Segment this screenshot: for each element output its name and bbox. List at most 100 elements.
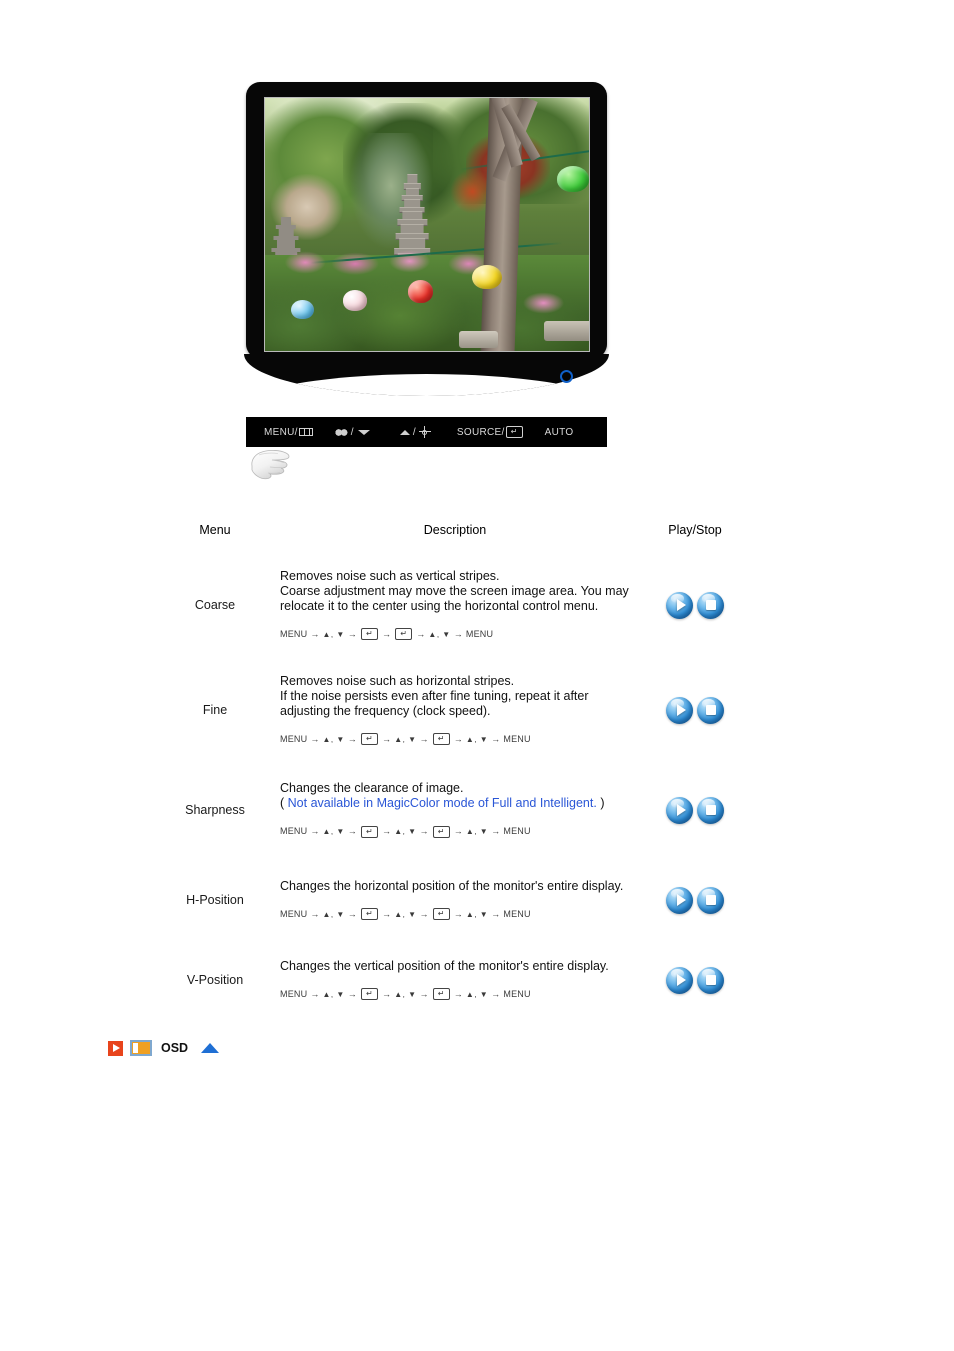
menu-name-cell: Fine xyxy=(202,703,228,717)
menu-name-cell: V-Position xyxy=(186,973,244,987)
note-close-paren: ) xyxy=(596,796,605,810)
lantern-green xyxy=(556,166,589,192)
sequence-arrow-icon: → xyxy=(310,733,320,744)
sequence-arrow-icon: → xyxy=(382,826,392,836)
back-to-top-icon[interactable] xyxy=(201,1043,220,1053)
sequence-arrow-icon: → xyxy=(416,628,426,639)
osd-settings-table: Menu Description Play/Stop Coarse Removes… xyxy=(150,515,760,1015)
stop-button[interactable] xyxy=(697,966,724,994)
play-button[interactable] xyxy=(666,966,693,994)
lantern-pink xyxy=(342,290,368,311)
stop-icon xyxy=(697,797,724,824)
enter-key-icon: ↵ xyxy=(432,988,450,1000)
note-open-paren: ( xyxy=(280,796,288,810)
stop-button[interactable] xyxy=(697,591,724,619)
sequence-arrow-icon: → xyxy=(453,628,463,639)
description-line: Changes the vertical position of the mon… xyxy=(280,958,609,973)
magic-color-icon xyxy=(334,427,348,437)
table-row: H-Position Changes the horizontal positio… xyxy=(150,865,760,935)
enter-key-icon: ↵ xyxy=(361,988,378,1000)
monitor-bottom-bezel xyxy=(244,354,609,396)
play-icon xyxy=(666,697,693,724)
note-text: Not available in MagicColor mode of Full… xyxy=(287,796,597,810)
stop-button[interactable] xyxy=(697,696,724,724)
sequence-arrow-icon: → xyxy=(347,733,357,744)
stop-icon xyxy=(697,967,724,994)
menu-key-label: MENU xyxy=(503,826,531,836)
key-sequence: MENU → ▲, ▼ → ↵ → ▲, ▼ → ↵ → ▲, ▼ → MENU xyxy=(280,824,630,839)
stop-icon xyxy=(697,592,724,619)
sequence-arrow-icon: → xyxy=(453,733,463,744)
sequence-arrow-icon: → xyxy=(382,733,392,744)
separator-slash: / xyxy=(350,426,354,438)
sequence-arrow-icon: → xyxy=(347,908,357,919)
stop-button[interactable] xyxy=(697,886,724,914)
up-down-arrow-icon: ▲, ▼ xyxy=(394,989,417,999)
hand-pointer-icon xyxy=(246,446,294,486)
up-down-arrow-icon: ▲, ▼ xyxy=(322,989,345,999)
sequence-arrow-icon: → xyxy=(491,733,501,744)
description-line: Changes the clearance of image. xyxy=(280,781,464,795)
menu-button[interactable]: MENU/ xyxy=(264,427,313,438)
sequence-arrow-icon: → xyxy=(453,988,463,999)
play-button[interactable] xyxy=(666,591,693,619)
up-down-arrow-icon: ▲, ▼ xyxy=(465,909,489,919)
play-button[interactable] xyxy=(666,886,693,914)
lantern-red xyxy=(407,280,434,303)
brightness-up-button[interactable]: / xyxy=(399,426,431,438)
menu-key-label: MENU xyxy=(503,988,531,999)
lantern-blue xyxy=(290,300,314,320)
menu-key-label: MENU xyxy=(280,733,308,744)
red-play-icon[interactable] xyxy=(108,1040,123,1056)
separator-slash: / xyxy=(412,426,416,438)
stop-button[interactable] xyxy=(697,796,724,824)
table-header-row: Menu Description Play/Stop xyxy=(150,515,760,545)
up-down-arrow-icon: ▲, ▼ xyxy=(394,734,417,744)
description-line: Removes noise such as vertical stripes. xyxy=(280,568,500,583)
footer-navigation: OSD xyxy=(108,1040,220,1056)
source-button-label: SOURCE/ xyxy=(456,426,505,438)
description-cell: Changes the vertical position of the mon… xyxy=(280,959,630,1002)
play-button[interactable] xyxy=(666,796,693,824)
description-line: Removes noise such as horizontal stripes… xyxy=(280,673,515,688)
power-led-icon xyxy=(560,370,573,383)
table-row: Sharpness Changes the clearance of image.… xyxy=(150,765,760,855)
up-down-arrow-icon: ▲, ▼ xyxy=(428,629,451,639)
sequence-arrow-icon: → xyxy=(491,908,501,919)
enter-key-icon: ↵ xyxy=(361,825,378,838)
up-down-arrow-icon: ▲, ▼ xyxy=(322,909,345,919)
enter-key-icon: ↵ xyxy=(505,426,523,438)
up-down-arrow-icon: ▲, ▼ xyxy=(322,734,345,744)
monitor-thumbnail-icon[interactable] xyxy=(130,1040,152,1056)
play-icon xyxy=(666,887,693,914)
play-button[interactable] xyxy=(666,696,693,724)
enter-key-icon: ↵ xyxy=(432,825,450,838)
enter-key-icon: ↵ xyxy=(361,908,378,920)
availability-note: ( Not available in MagicColor mode of Fu… xyxy=(280,796,630,811)
source-button[interactable]: SOURCE/ ↵ xyxy=(457,426,523,438)
auto-button[interactable]: AUTO xyxy=(545,427,574,438)
table-row: Fine Removes noise such as horizontal str… xyxy=(150,665,760,755)
play-icon xyxy=(666,797,693,824)
monitor-control-bar: MENU/ / / SOURCE/ ↵ AUTO xyxy=(246,417,607,447)
enter-key-icon: ↵ xyxy=(361,733,378,745)
table-row: V-Position Changes the vertical position … xyxy=(150,945,760,1015)
menu-key-label: MENU xyxy=(465,628,494,639)
footer-label: OSD xyxy=(161,1041,189,1055)
play-stop-cell xyxy=(630,696,760,724)
up-down-arrow-icon: ▲, ▼ xyxy=(465,827,489,836)
description-cell: Changes the horizontal position of the m… xyxy=(280,879,630,922)
key-sequence: MENU → ▲, ▼ → ↵ → ↵ → ▲, ▼ → MENU xyxy=(280,627,630,642)
description-cell: Removes noise such as horizontal stripes… xyxy=(280,674,630,747)
magiccolor-down-button[interactable]: / xyxy=(334,426,370,438)
enter-key-icon: ↵ xyxy=(395,628,413,640)
up-down-arrow-icon: ▲, ▼ xyxy=(394,909,417,919)
description-cell: Changes the clearance of image.( Not ava… xyxy=(280,781,630,839)
sequence-arrow-icon: → xyxy=(491,988,501,999)
sequence-arrow-icon: → xyxy=(453,908,463,919)
sequence-arrow-icon: → xyxy=(382,988,392,999)
sequence-arrow-icon: → xyxy=(310,628,320,639)
menu-name-cell: Sharpness xyxy=(185,803,245,817)
stop-icon xyxy=(697,697,724,724)
play-stop-cell xyxy=(630,591,760,619)
